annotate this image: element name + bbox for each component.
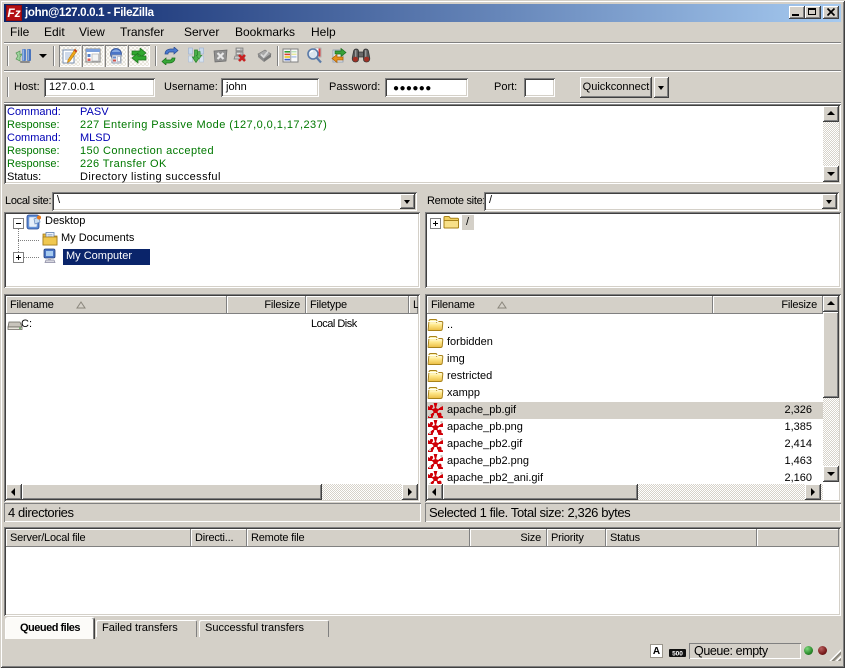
svg-text:500: 500 [672, 651, 683, 657]
